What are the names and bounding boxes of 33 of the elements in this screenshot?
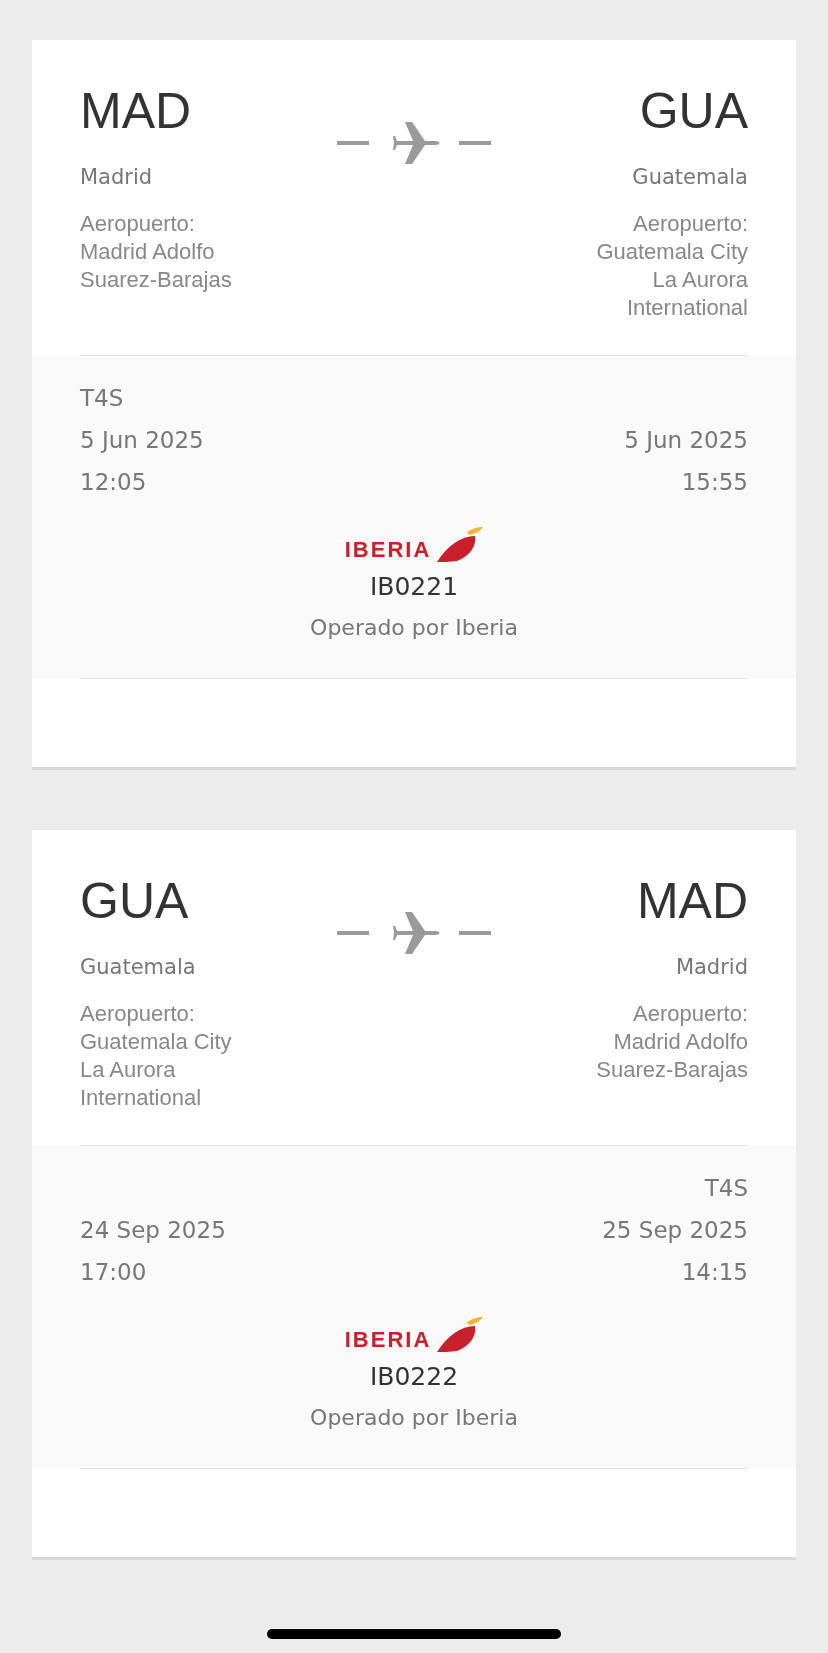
airport-code: GUA (80, 872, 190, 930)
flight-time: 12:05 (80, 468, 148, 496)
home-indicator[interactable] (267, 1629, 561, 1639)
airport-name: Aeropuerto: Madrid Adolfo Suarez-Barajas (80, 210, 233, 294)
city-name: Madrid (80, 164, 154, 190)
flight-time: 14:15 (681, 1258, 748, 1286)
flight-number: IB0222 (369, 1362, 459, 1392)
terminal-label: T4S (704, 1174, 748, 1202)
swoosh-logo-icon (437, 1316, 484, 1352)
flight-date: 5 Jun 2025 (624, 426, 748, 454)
operator-text: Operado por Iberia (310, 614, 518, 642)
flight-time: 15:55 (681, 468, 748, 496)
flight-date: 24 Sep 2025 (80, 1216, 227, 1244)
airport-code: GUA (639, 82, 748, 140)
plane-route-icon (337, 120, 491, 166)
airport-name: Aeropuerto: Guatemala City La Aurora International (80, 1000, 233, 1112)
airline-logo-text: IBERIA (344, 1328, 432, 1352)
airport-name: Aeropuerto: Madrid Adolfo Suarez-Barajas (596, 1000, 748, 1084)
airline-logo-text: IBERIA (344, 538, 432, 562)
terminal-label: T4S (80, 384, 125, 412)
operator-text: Operado por Iberia (310, 1404, 518, 1432)
flight-date: 5 Jun 2025 (80, 426, 205, 454)
flight-number: IB0221 (369, 572, 459, 602)
swoosh-logo-icon (437, 526, 484, 562)
airport-name: Aeropuerto: Guatemala City La Aurora International (596, 210, 748, 322)
flight-date: 25 Sep 2025 (602, 1216, 748, 1244)
flight-time: 17:00 (80, 1258, 148, 1286)
city-name: Guatemala (632, 164, 748, 190)
city-name: Madrid (675, 954, 748, 980)
city-name: Guatemala (80, 954, 197, 980)
plane-route-icon (337, 910, 491, 956)
airport-code: MAD (80, 82, 193, 140)
airport-code: MAD (636, 872, 748, 930)
